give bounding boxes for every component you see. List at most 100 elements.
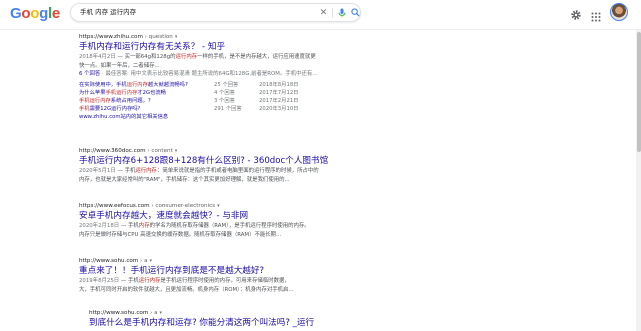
result-url[interactable]: http://www.360doc.com › content ▾ — [79, 147, 379, 155]
answer-count[interactable]: 6 个回答 — [79, 71, 100, 77]
result-title[interactable]: 手机内存和运行内存有无关系？ - 知乎 — [79, 41, 379, 53]
chevron-down-icon[interactable]: ▾ — [217, 203, 220, 209]
snippet-text: — 手机 — [119, 278, 139, 284]
search-result: https://www.zhihu.com › question ▾ 手机内存和运… — [79, 33, 379, 121]
url-path: › consumer-electronics — [149, 203, 216, 209]
google-logo[interactable]: Google — [10, 5, 60, 22]
result-url[interactable]: http://www.sohu.com › a ▾ — [79, 257, 379, 265]
snippet-date: 2019年8月25日 — [79, 278, 120, 284]
search-box[interactable]: ✕ — [70, 3, 361, 22]
result-snippet: 2020年2月18日 — 手机内存的学名为随机存取存储器（RAM），是手机运行程… — [79, 222, 379, 231]
snippet-date: 2018年4月2日 — [79, 54, 116, 60]
logo-letter: G — [10, 5, 22, 22]
search-divider — [332, 8, 333, 18]
snippet-text: — 手机 — [115, 168, 136, 174]
snippet-text: 的学名为随机存取存储器（RAM），是手机运行程序时使用的内存。 — [149, 223, 310, 229]
question-date: 2020年3月10日 — [259, 105, 299, 112]
chevron-down-icon[interactable]: ▾ — [160, 310, 163, 316]
result-title[interactable]: 到底什么是手机内存和运存? 你能分清这两个叫法吗? _运行 — [89, 317, 379, 329]
question-highlight: 运行内存 — [126, 81, 148, 88]
logo-letter: e — [51, 5, 60, 22]
chevron-down-icon[interactable]: ▾ — [175, 148, 178, 154]
result-url[interactable]: http://www.sohu.com › a ▾ — [89, 309, 379, 317]
question-highlight: 手机运行内存 — [79, 97, 111, 104]
related-question-row[interactable]: 在实际使用中，手机运行内存越大就越流畅吗? 25 个回答 2018年8月18日 — [79, 81, 309, 89]
url-path: › content — [145, 148, 173, 154]
related-question-row[interactable]: 手机需要12G运行内存吗? 291 个回答 2020年3月10日 — [79, 105, 309, 113]
related-question-link[interactable]: 为什么苹果手机运行内存才2G也流畅 — [79, 89, 166, 97]
snippet-text: 一样的手机，是不是内存越大，运行应用速度就更 — [197, 54, 316, 60]
search-header: Google ✕ — [0, 0, 641, 27]
result-snippet-line2: 快一点。如果一年后，二者储存... — [79, 62, 160, 69]
result-snippet: 2018年4月2日 — 买一部64g和128g的运行内存一样的手机，是不是内存越… — [79, 53, 379, 62]
question-date: 2018年8月18日 — [259, 81, 299, 88]
snippet-highlight: 内存 — [138, 223, 150, 229]
snippet-highlight: 运行内存 — [135, 168, 157, 174]
search-result: http://www.sohu.com › a ▾ 重点来了！！手机运行内存到底是… — [79, 257, 379, 294]
result-snippet-line2: 内存，也就是大家经常叫的"RAM"，手机储存：这个其实更加好理解，就是我们使用的… — [79, 176, 290, 183]
logo-letter: g — [39, 5, 48, 22]
url-host: http://www.360doc.com — [79, 148, 146, 154]
result-title[interactable]: 重点来了！！手机运行内存到底是不是越大越好? — [79, 265, 379, 277]
result-meta: 6 个回答 · 最佳答案: 用中文表示比较容易混淆 题主所说的64G和128G,… — [79, 70, 379, 79]
more-results-link[interactable]: www.zhihu.com站内的其它相关信息 — [79, 113, 379, 121]
url-host: https://www.eefocus.com — [79, 203, 150, 209]
result-url[interactable]: https://www.eefocus.com › consumer-elect… — [79, 202, 379, 210]
question-text: 系统占用问题。? — [110, 97, 151, 104]
scrollbar-thumb[interactable] — [636, 32, 641, 152]
result-snippet: 2019年8月25日 — 手机运行内存是手机运行程序时使用的内存，可用来存储临时… — [79, 277, 379, 286]
url-host: http://www.sohu.com — [89, 310, 149, 316]
gear-icon[interactable] — [570, 6, 582, 20]
apps-grid-icon[interactable] — [591, 7, 601, 22]
snippet-text: — 手机 — [119, 223, 139, 229]
result-title[interactable]: 手机运行内存6+128跟8+128有什么区别? - 360doc个人图书馆 — [79, 155, 379, 167]
microphone-icon[interactable] — [335, 6, 348, 19]
result-url[interactable]: https://www.zhihu.com › question ▾ — [79, 33, 379, 41]
question-highlight: 手机 — [79, 105, 90, 112]
search-result: http://www.360doc.com › content ▾ 手机运行内存6… — [79, 147, 379, 184]
result-snippet-line2: 大，手机可同时开启的软件就越大，且更加流畅。机身内存（ROM）：机身内存对手机启… — [79, 286, 294, 293]
header-divider — [0, 29, 641, 30]
question-text: 才2G也流畅 — [137, 89, 166, 96]
search-subresult: http://www.sohu.com › a ▾ 到底什么是手机内存和运存? 你… — [89, 309, 379, 329]
url-path: › question — [142, 34, 173, 40]
snippet-date: 2020年2月18日 — [79, 223, 120, 229]
related-question-row[interactable]: 手机运行内存系统占用问题。? 3 个回答 2017年2月21日 — [79, 97, 309, 105]
snippet-text: 是手机运行程序时使用的内存，可用来存储临时数据， — [160, 278, 290, 284]
answer-count: 291 个回答 — [214, 105, 242, 112]
answer-count: 25 个回答 — [214, 81, 239, 88]
result-snippet: 2020年5月1日 — 手机运行内存：简单来说就是指的手机或者电脑里面的运行程序… — [79, 167, 379, 176]
related-question-link[interactable]: 在实际使用中，手机运行内存越大就越流畅吗? — [79, 81, 188, 89]
logo-letter: o — [21, 5, 31, 22]
best-answer: · 最佳答案: 用中文表示比较容易混淆 题主所说的64G和128G,前者是ROM… — [100, 71, 318, 77]
url-host: http://www.sohu.com — [79, 258, 139, 264]
question-text: 为什么苹果 — [79, 89, 106, 96]
result-snippet-line2: 内存只是做时存储与CPU 高速交换的缓存数据。随机存取存储器（RAM）不能长期.… — [79, 231, 282, 238]
related-question-row[interactable]: 为什么苹果手机运行内存才2G也流畅 4 个回答 2017年7月12日 — [79, 89, 309, 97]
search-icon[interactable] — [349, 6, 362, 19]
related-question-link[interactable]: 手机运行内存系统占用问题。? — [79, 97, 151, 105]
clear-icon[interactable]: ✕ — [317, 6, 330, 19]
related-question-link[interactable]: 手机需要12G运行内存吗? — [79, 105, 140, 113]
result-title[interactable]: 安卓手机内存越大，速度就会越快？- 与非网 — [79, 210, 379, 222]
snippet-text: ：简单来说就是指的手机或者电脑里面的运行程序的时候，所占中的 — [156, 168, 319, 174]
chevron-down-icon[interactable]: ▾ — [150, 258, 153, 264]
url-path: › a — [138, 258, 148, 264]
chevron-down-icon[interactable]: ▾ — [175, 34, 178, 40]
snippet-highlight: 运行内存 — [175, 54, 198, 60]
answer-count: 4 个回答 — [214, 89, 235, 96]
avatar[interactable] — [610, 3, 628, 21]
snippet-highlight: 运行内存 — [138, 278, 161, 284]
question-text: 需要12G运行内存吗? — [89, 105, 141, 112]
logo-letter: o — [30, 5, 40, 22]
url-host: https://www.zhihu.com — [79, 34, 143, 40]
question-highlight: 手机运行内存 — [105, 89, 138, 96]
question-date: 2017年2月21日 — [259, 97, 299, 104]
question-text: 越大就越流畅吗? — [147, 81, 188, 88]
question-date: 2017年7月12日 — [259, 89, 299, 96]
search-input[interactable] — [80, 4, 300, 21]
related-questions: 在实际使用中，手机运行内存越大就越流畅吗? 25 个回答 2018年8月18日 … — [79, 81, 309, 113]
answer-count: 3 个回答 — [214, 97, 235, 104]
url-path: › a — [148, 310, 158, 316]
snippet-date: 2020年5月1日 — [79, 168, 116, 174]
